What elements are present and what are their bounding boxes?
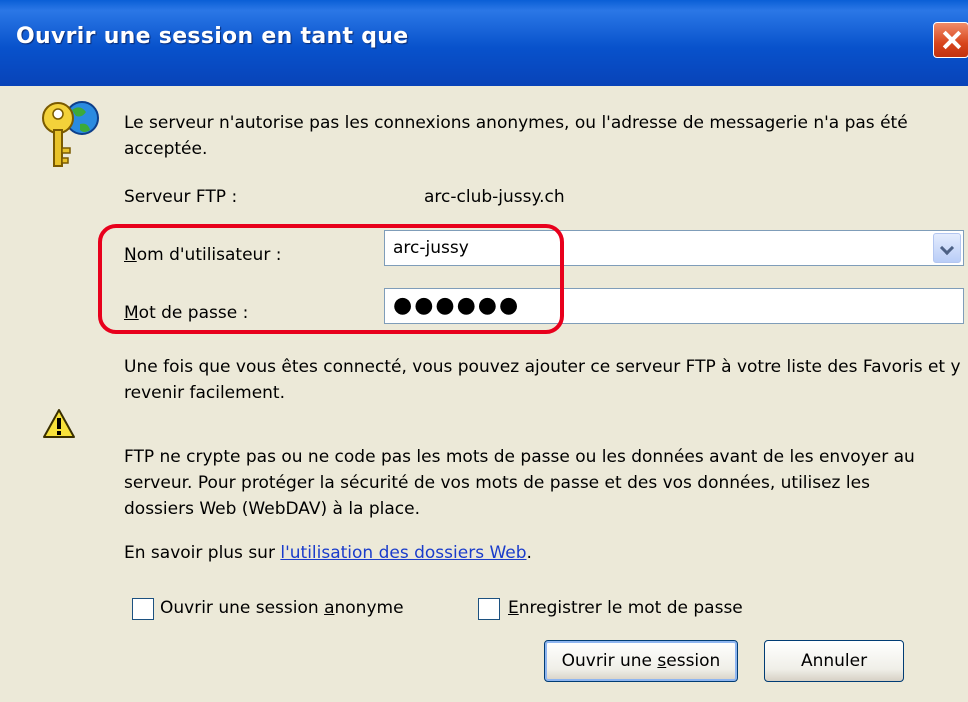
key-globe-icon [42, 101, 99, 167]
anonymous-label-accel: a [324, 598, 335, 618]
dialog-body: Le serveur n'autorise pas les connexions… [0, 86, 968, 702]
server-label: Serveur FTP : [124, 187, 238, 207]
close-button[interactable] [933, 22, 968, 58]
learn-more-suffix: . [526, 543, 532, 563]
dialog-title: Ouvrir une session en tant que [16, 24, 409, 49]
learn-more-prefix: En savoir plus sur [124, 543, 281, 563]
save-password-label[interactable]: Enregistrer le mot de passe [508, 595, 743, 621]
anonymous-login-checkbox[interactable] [132, 598, 154, 620]
save-label-accel: E [508, 598, 519, 618]
login-label-before: Ouvrir une [561, 651, 658, 671]
login-dialog: Ouvrir une session en tant que Le serveu… [0, 0, 968, 702]
login-label-after: ession [666, 651, 721, 671]
anonymous-label-before: Ouvrir une session [160, 598, 325, 618]
error-message: Le serveur n'autorise pas les connexions… [124, 113, 908, 159]
dropdown-arrow-icon[interactable] [933, 233, 961, 263]
cancel-button[interactable]: Annuler [764, 640, 904, 682]
save-label-after: nregistrer le mot de passe [518, 598, 743, 618]
login-label-accel: s [657, 651, 667, 671]
webdav-help-link[interactable]: l'utilisation des dossiers Web [280, 543, 526, 563]
security-warning: FTP ne crypte pas ou ne code pas les mot… [124, 447, 915, 519]
title-bar[interactable]: Ouvrir une session en tant que [0, 0, 968, 86]
server-value: arc-club-jussy.ch [424, 187, 565, 207]
anonymous-label-after: nonyme [334, 598, 404, 618]
warning-icon [43, 409, 75, 438]
anonymous-login-label[interactable]: Ouvrir une session anonyme [160, 595, 404, 621]
credentials-highlight [98, 224, 564, 334]
learn-more-text: En savoir plus sur l'utilisation des dos… [124, 540, 532, 566]
login-button[interactable]: Ouvrir une session [544, 640, 738, 682]
save-password-checkbox[interactable] [478, 598, 500, 620]
favorites-info: Une fois que vous êtes connecté, vous po… [124, 357, 961, 403]
